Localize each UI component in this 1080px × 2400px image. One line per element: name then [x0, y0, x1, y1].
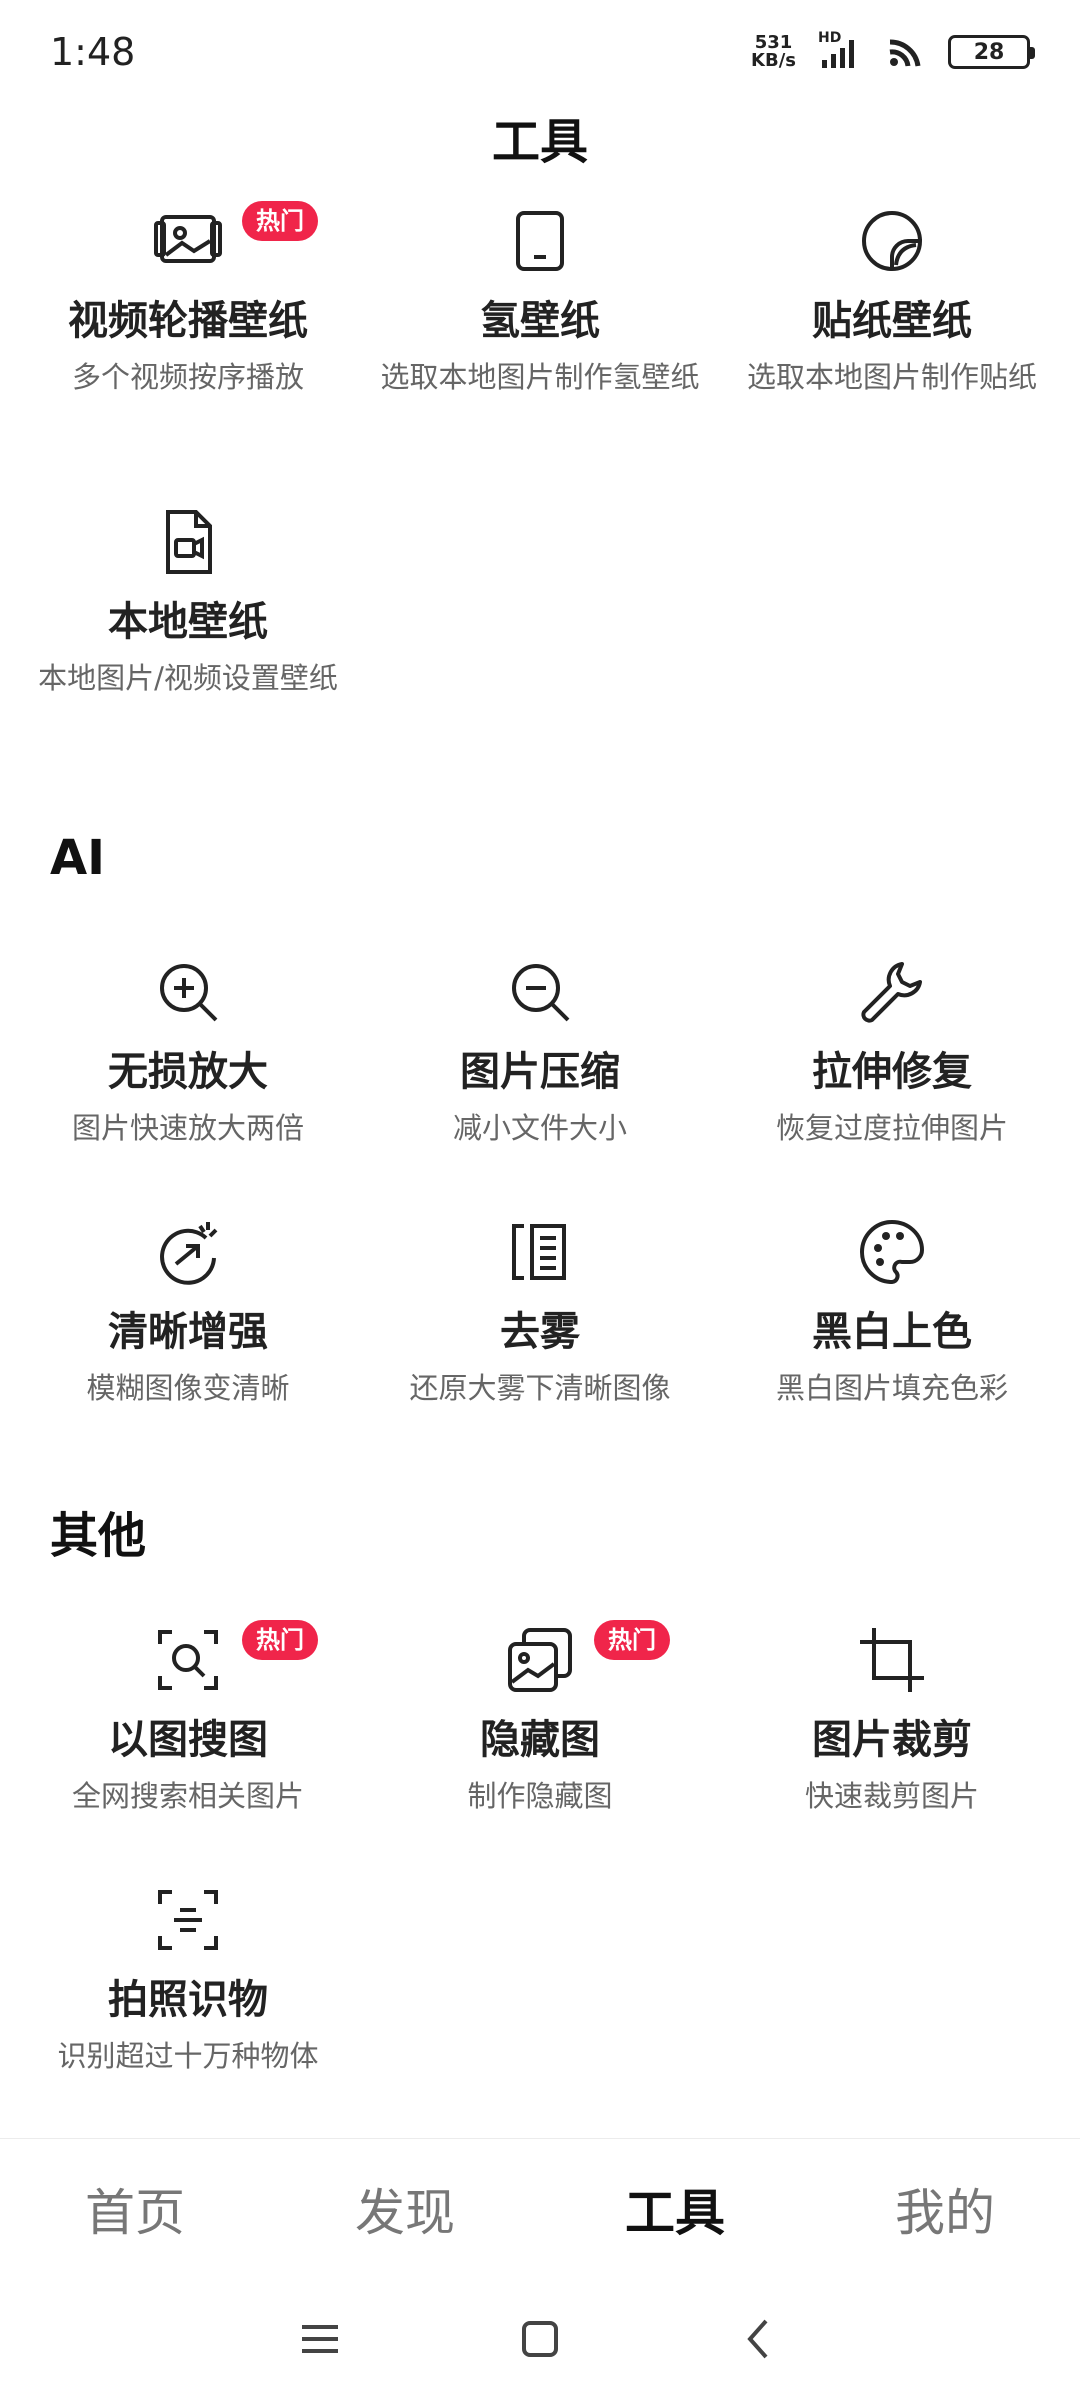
tool-desc: 本地图片/视频设置壁纸 [38, 661, 338, 695]
nav-tab-mine[interactable]: 我的 [845, 2173, 1045, 2245]
tool-image-crop[interactable]: 图片裁剪 快速裁剪图片 [722, 1624, 1062, 1816]
back-chevron-icon [747, 2319, 768, 2359]
tool-name: 隐藏图 [480, 1717, 600, 1763]
dehaze-icon [504, 1216, 576, 1288]
wrench-icon [856, 956, 928, 1028]
hidden-image-icon [504, 1624, 576, 1696]
hd-label: HD [818, 30, 842, 46]
status-icons: 531 KB/s HD 28 [751, 30, 1035, 72]
nav-tab-tools[interactable]: 工具 [575, 2173, 775, 2245]
tool-local-wallpaper[interactable]: 本地壁纸 本地图片/视频设置壁纸 [18, 506, 358, 698]
tool-clarity-enhance[interactable]: 清晰增强 模糊图像变清晰 [18, 1216, 358, 1408]
video-file-icon [152, 506, 224, 578]
tool-desc: 快速裁剪图片 [804, 1779, 979, 1813]
back-button[interactable] [730, 2309, 790, 2369]
network-speed: 531 KB/s [751, 34, 796, 70]
scan-icon [152, 1884, 224, 1956]
tool-name: 本地壁纸 [108, 599, 268, 645]
tool-desc: 图片快速放大两倍 [71, 1111, 304, 1145]
section-title-other: 其他 [50, 1508, 147, 1564]
tool-name: 以图搜图 [108, 1717, 268, 1763]
tool-video-carousel-wallpaper[interactable]: 热门 视频轮播壁纸 多个视频按序播放 [18, 201, 358, 397]
tool-name: 清晰增强 [108, 1309, 268, 1355]
image-search-icon [152, 1624, 224, 1696]
tool-name: 氢壁纸 [480, 298, 600, 344]
wifi-icon [886, 32, 926, 72]
nav-tab-home[interactable]: 首页 [35, 2173, 235, 2245]
bottom-nav: 首页 发现 工具 我的 [0, 2138, 1080, 2278]
section-title-ai: AI [50, 830, 106, 886]
tool-lossless-upscale[interactable]: 无损放大 图片快速放大两倍 [18, 956, 358, 1148]
zoom-out-icon [504, 956, 576, 1028]
crop-icon [856, 1624, 928, 1696]
menu-button[interactable] [290, 2309, 350, 2369]
tool-name: 图片裁剪 [812, 1717, 972, 1763]
tool-desc: 全网搜索相关图片 [71, 1779, 304, 1813]
hot-badge: 热门 [242, 201, 318, 241]
system-nav-bar [0, 2278, 1080, 2400]
sticker-icon [856, 205, 928, 277]
tool-stretch-repair[interactable]: 拉伸修复 恢复过度拉伸图片 [722, 956, 1062, 1148]
battery-icon: 28 [948, 35, 1035, 69]
status-bar: 1:48 531 KB/s HD 28 [0, 0, 1080, 104]
battery-level: 28 [973, 39, 1005, 65]
nav-tab-discover[interactable]: 发现 [305, 2173, 505, 2245]
tool-name: 视频轮播壁纸 [68, 298, 308, 344]
menu-icon [302, 2325, 338, 2353]
tool-desc: 选取本地图片制作氢壁纸 [380, 360, 700, 394]
tool-dehaze[interactable]: 去雾 还原大雾下清晰图像 [370, 1216, 710, 1408]
cellular-signal-icon: HD [818, 30, 864, 72]
tool-name: 拍照识物 [108, 1977, 268, 2023]
tool-name: 贴纸壁纸 [812, 298, 972, 344]
tool-desc: 还原大雾下清晰图像 [409, 1371, 671, 1405]
tool-image-search[interactable]: 热门 以图搜图 全网搜索相关图片 [18, 1620, 358, 1816]
home-square-icon [522, 2321, 558, 2357]
screen: 1:48 531 KB/s HD 28 工具 热门 视频轮播壁纸 多个视频按序播… [0, 0, 1080, 2400]
tool-desc: 减小文件大小 [452, 1111, 627, 1145]
tool-name: 无损放大 [108, 1049, 268, 1095]
status-time: 1:48 [50, 30, 136, 74]
hot-badge: 热门 [594, 1620, 670, 1660]
tool-desc: 多个视频按序播放 [71, 360, 304, 394]
network-speed-unit: KB/s [751, 50, 796, 71]
tool-desc: 恢复过度拉伸图片 [775, 1111, 1008, 1145]
tool-colorize[interactable]: 黑白上色 黑白图片填充色彩 [722, 1216, 1062, 1408]
tool-desc: 选取本地图片制作贴纸 [746, 360, 1037, 394]
tool-name: 去雾 [500, 1309, 580, 1355]
palette-icon [856, 1216, 928, 1288]
zoom-in-icon [152, 956, 224, 1028]
tool-image-compress[interactable]: 图片压缩 减小文件大小 [370, 956, 710, 1148]
tool-name: 图片压缩 [460, 1049, 620, 1095]
tool-name: 黑白上色 [812, 1309, 972, 1355]
tool-object-recognition[interactable]: 拍照识物 识别超过十万种物体 [18, 1884, 358, 2076]
home-button[interactable] [510, 2309, 570, 2369]
sparkle-arrow-icon [152, 1216, 224, 1288]
phone-icon [504, 205, 576, 277]
tool-desc: 黑白图片填充色彩 [775, 1371, 1008, 1405]
tool-desc: 模糊图像变清晰 [86, 1371, 290, 1405]
tool-name: 拉伸修复 [812, 1049, 972, 1095]
tool-hidden-image[interactable]: 热门 隐藏图 制作隐藏图 [370, 1620, 710, 1816]
tool-desc: 识别超过十万种物体 [57, 2039, 319, 2073]
tool-sticker-wallpaper[interactable]: 贴纸壁纸 选取本地图片制作贴纸 [722, 205, 1062, 397]
tool-desc: 制作隐藏图 [467, 1779, 613, 1813]
image-gallery-icon [152, 205, 224, 277]
hot-badge: 热门 [242, 1620, 318, 1660]
page-title: 工具 [491, 114, 588, 170]
tool-hydrogen-wallpaper[interactable]: 氢壁纸 选取本地图片制作氢壁纸 [370, 205, 710, 397]
